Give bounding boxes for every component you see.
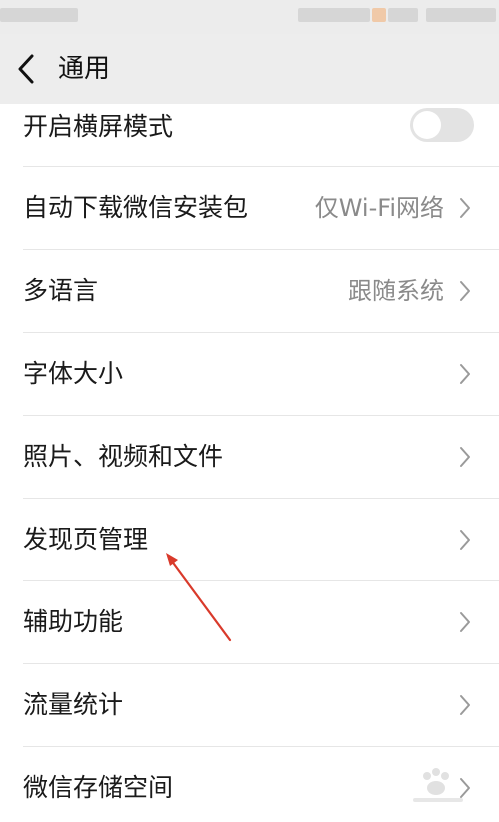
settings-item-discover-management[interactable]: 发现页管理 — [0, 499, 499, 581]
status-bar — [0, 0, 499, 34]
settings-item-label: 自动下载微信安装包 — [23, 193, 249, 222]
status-bar-time-blurred — [426, 8, 496, 22]
settings-item-value: 跟随系统 — [348, 277, 444, 305]
status-bar-battery-blurred — [372, 8, 386, 22]
chevron-right-icon — [460, 198, 470, 218]
toggle-knob — [413, 111, 441, 139]
chevron-right-icon — [460, 364, 470, 384]
settings-item-label: 辅助功能 — [23, 607, 124, 636]
settings-item-landscape-mode[interactable]: 开启横屏模式 — [0, 104, 499, 167]
page-title: 通用 — [58, 54, 111, 84]
chevron-right-icon — [460, 281, 470, 301]
watermark-paw-icon — [413, 768, 463, 802]
landscape-mode-toggle[interactable] — [410, 108, 474, 142]
settings-item-auto-download[interactable]: 自动下载微信安装包 仅Wi-Fi网络 — [0, 167, 499, 250]
settings-item-accessibility[interactable]: 辅助功能 — [0, 581, 499, 664]
settings-item-font-size[interactable]: 字体大小 — [0, 333, 499, 416]
settings-item-label: 流量统计 — [23, 690, 124, 719]
settings-item-language[interactable]: 多语言 跟随系统 — [0, 250, 499, 333]
nav-header: 通用 — [0, 34, 499, 104]
chevron-left-icon — [18, 54, 34, 84]
status-bar-icons-blurred — [298, 8, 370, 22]
settings-item-label: 发现页管理 — [23, 525, 149, 554]
chevron-right-icon — [460, 530, 470, 550]
settings-item-label: 开启横屏模式 — [23, 112, 174, 141]
chevron-right-icon — [460, 695, 470, 715]
settings-item-media-files[interactable]: 照片、视频和文件 — [0, 416, 499, 499]
chevron-right-icon — [460, 612, 470, 632]
back-button[interactable] — [10, 50, 44, 88]
status-bar-carrier-blurred — [0, 8, 78, 22]
chevron-right-icon — [460, 447, 470, 467]
settings-item-value: 仅Wi-Fi网络 — [314, 194, 444, 222]
settings-item-label: 字体大小 — [23, 359, 124, 388]
settings-item-data-usage[interactable]: 流量统计 — [0, 664, 499, 747]
status-bar-signal-blurred — [388, 8, 418, 22]
settings-item-label: 多语言 — [23, 276, 99, 305]
settings-item-label: 照片、视频和文件 — [23, 442, 224, 471]
settings-item-label: 微信存储空间 — [23, 773, 174, 802]
